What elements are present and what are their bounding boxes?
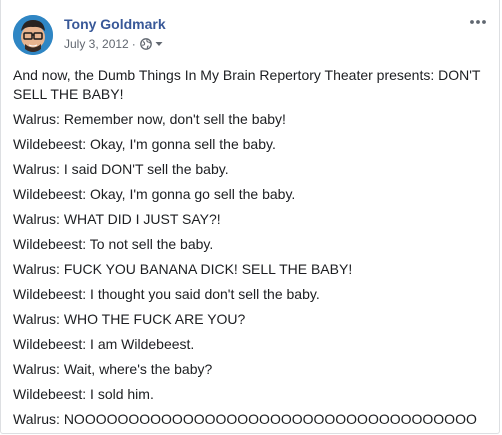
post-line: Wildebeest: I am Wildebeest. bbox=[13, 336, 195, 352]
post-line: Wildebeest: Okay, I'm gonna go sell the … bbox=[13, 186, 296, 202]
post-line: Walrus: I said DON'T sell the baby. bbox=[13, 161, 229, 177]
meta-separator: · bbox=[131, 37, 136, 51]
post-line: Walrus: Remember now, don't sell the bab… bbox=[13, 111, 286, 127]
post-line: Walrus: WHAT DID I JUST SAY?! bbox=[13, 211, 221, 227]
post-line: Wildebeest: Okay, I'm gonna sell the bab… bbox=[13, 136, 276, 152]
post-timestamp[interactable]: July 3, 2012 bbox=[64, 37, 129, 51]
post-line: Walrus: Wait, where's the baby? bbox=[13, 361, 213, 377]
author-name-link[interactable]: Tony Goldmark bbox=[64, 16, 166, 32]
globe-icon[interactable] bbox=[139, 38, 152, 50]
caret-down-icon[interactable] bbox=[155, 40, 163, 48]
post-line: And now, the Dumb Things In My Brain Rep… bbox=[13, 67, 481, 102]
post-line: Walrus: NOOOOOOOOOOOOOOOOOOOOOOOOOOOOOOO… bbox=[13, 411, 477, 427]
post-header: Tony Goldmark July 3, 2012 · bbox=[13, 12, 487, 56]
avatar-picture bbox=[13, 15, 53, 55]
post-line: Walrus: FUCK YOU BANANA DICK! SELL THE B… bbox=[13, 261, 353, 277]
facebook-post: Tony Goldmark July 3, 2012 · And now, th… bbox=[0, 0, 500, 434]
author-avatar[interactable] bbox=[13, 15, 53, 55]
post-meta: July 3, 2012 · bbox=[64, 37, 163, 51]
post-line: Walrus: WHO THE FUCK ARE YOU? bbox=[13, 311, 246, 327]
post-line: Wildebeest: I sold him. bbox=[13, 386, 154, 402]
post-line: Wildebeest: I thought you said don't sel… bbox=[13, 286, 320, 302]
post-line: Wildebeest: To not sell the baby. bbox=[13, 236, 214, 252]
more-horizontal-icon[interactable] bbox=[469, 18, 487, 26]
post-body: And now, the Dumb Things In My Brain Rep… bbox=[13, 66, 485, 433]
